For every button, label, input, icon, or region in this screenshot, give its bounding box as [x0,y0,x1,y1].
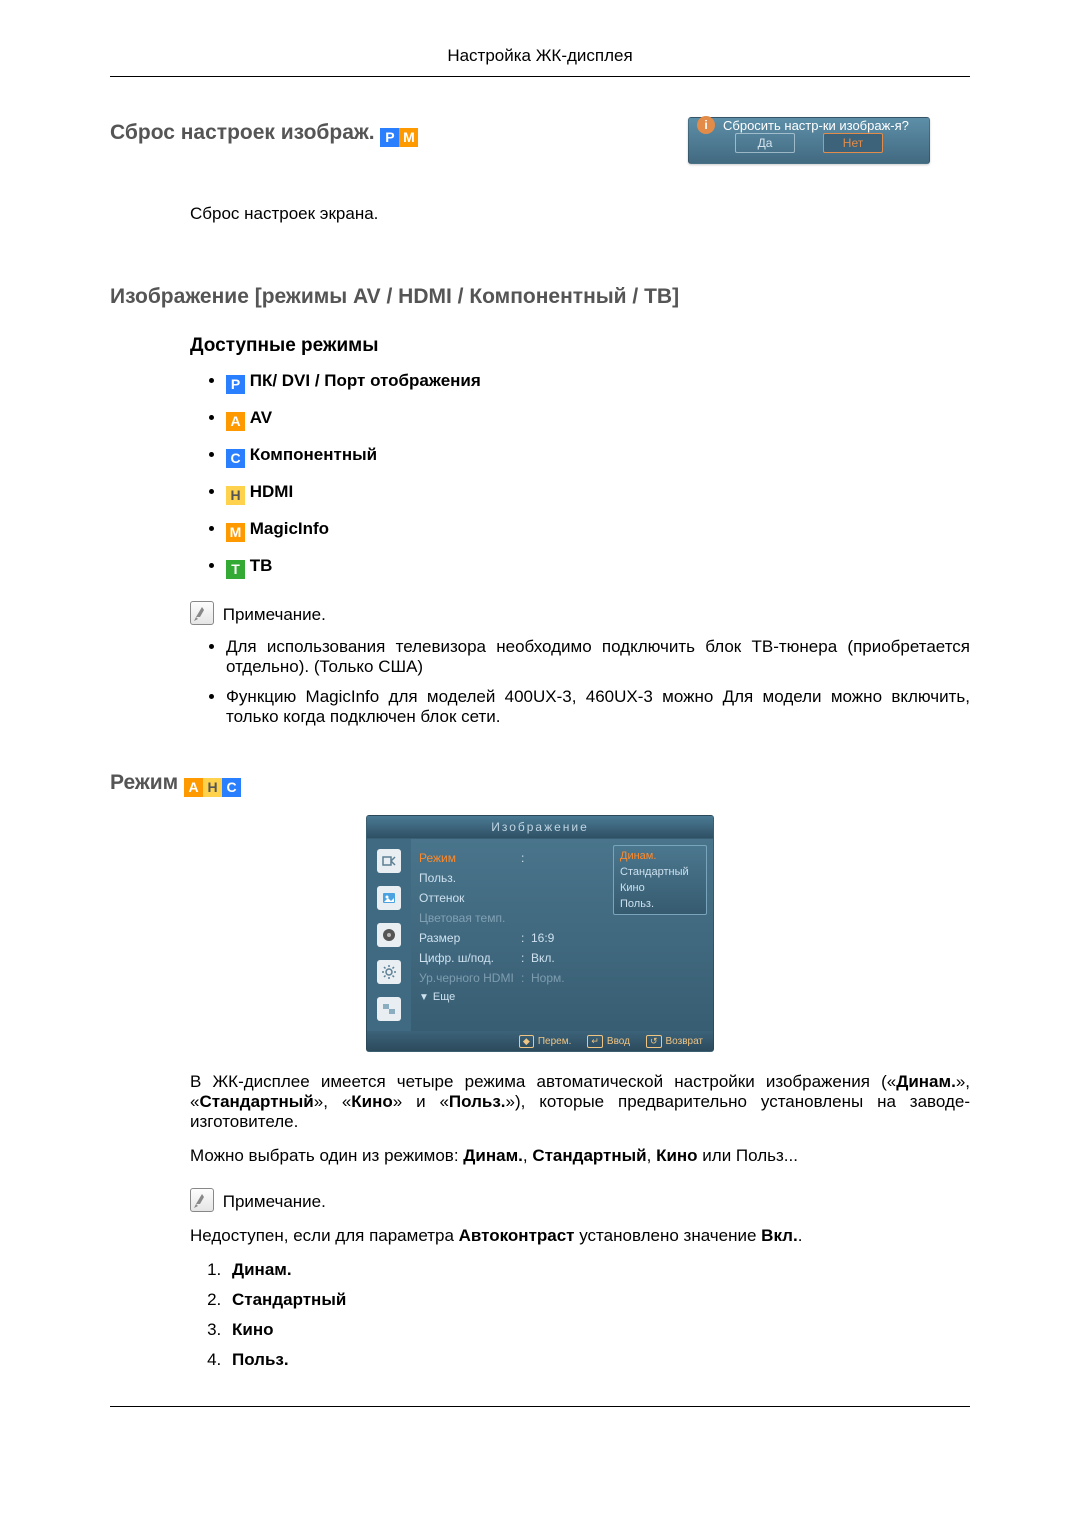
osd-submenu-item[interactable]: Польз. [614,896,706,912]
reset-dialog-question: Сбросить настр-ки изображ-я? [723,118,909,133]
note-item: Для использования телевизора необходимо … [226,637,970,677]
footer-rule [110,1406,970,1407]
osd-footer-return: ↺Возврат [646,1035,703,1048]
note-item: Функцию MagicInfo для моделей 400UX-3, 4… [226,687,970,727]
osd-side-icons [367,839,411,1031]
mode-label: ПК/ DVI / Порт отображения [250,371,481,390]
badge-p-icon: P [226,375,245,394]
osd-row-label: Цветовая темп. [419,911,521,925]
osd-row[interactable]: Размер : 16:9 [419,929,707,947]
badge-a-icon: A [184,778,203,797]
note-icon [190,601,214,625]
osd-title: Изображение [367,816,713,839]
osd-submenu: Динам. Стандартный Кино Польз. [613,845,707,915]
osd-row-label: Польз. [419,871,521,885]
osd-submenu-item[interactable]: Кино [614,880,706,896]
section-reset-title: Сброс настроек изображ. PM i Сбросить на… [110,121,970,164]
list-item: A AV [226,408,970,431]
header-rule [110,76,970,77]
list-item: M MagicInfo [226,519,970,542]
osd-submenu-item[interactable]: Стандартный [614,864,706,880]
osd-multi-icon [377,997,401,1021]
list-item: H HDMI [226,482,970,505]
note-list: Для использования телевизора необходимо … [110,637,970,727]
list-item: Динам. [226,1260,970,1280]
osd-main: Режим : Польз. Оттенок Цветовая темп. Р [411,839,713,1031]
osd-submenu-item[interactable]: Динам. [614,848,706,864]
badge-a-icon: A [226,412,245,431]
osd-row-label: Оттенок [419,891,521,905]
osd-row: Ур.черного HDMI : Норм. [419,969,707,987]
badge-c-icon: C [226,449,245,468]
osd-row-value: Вкл. [531,951,707,965]
badge-h-icon: H [226,486,245,505]
badge-p-icon: P [380,128,399,147]
question-icon: i [697,116,715,134]
mode-label: HDMI [250,482,293,501]
osd-footer-enter: ↵Ввод [587,1035,630,1048]
section-mode-text: Режим [110,771,178,794]
list-item: Польз. [226,1350,970,1370]
osd-picture-icon [377,886,401,910]
osd-footer-move: ◆Перем. [519,1035,571,1048]
note-label: Примечание. [223,605,326,624]
osd-row[interactable]: Цифр. ш/под. : Вкл. [419,949,707,967]
osd-row-value: 16:9 [531,931,707,945]
note-icon [190,1188,214,1212]
mode-label: MagicInfo [250,519,329,538]
osd-row-label: Режим [419,851,521,865]
note-label: Примечание. [223,1192,326,1211]
mode-paragraph-2: Можно выбрать один из режимов: Динам., С… [190,1146,970,1166]
osd-footer: ◆Перем. ↵Ввод ↺Возврат [367,1031,713,1051]
reset-desc: Сброс настроек экрана. [190,204,970,224]
osd-row-label: Ур.черного HDMI [419,971,521,985]
section-mode-title: Режим AHC [110,771,970,797]
osd-panel: Изображение Режим : Польз. [366,815,714,1052]
reset-dialog: i Сбросить настр-ки изображ-я? Да Нет [688,117,930,164]
osd-more[interactable]: ▼Еще [419,991,707,1003]
mode-label: ТВ [250,556,273,575]
available-modes-list: P ПК/ DVI / Порт отображения A AV C Комп… [110,371,970,579]
osd-row-label: Цифр. ш/под. [419,951,521,965]
badge-t-icon: T [226,560,245,579]
osd-more-label: Еще [433,991,455,1003]
badge-m-icon: M [226,523,245,542]
list-item: T ТВ [226,556,970,579]
list-item: C Компонентный [226,445,970,468]
osd-row-value: Норм. [531,971,707,985]
mode-unavailable: Недоступен, если для параметра Автоконтр… [190,1226,970,1246]
list-item: Кино [226,1320,970,1340]
osd-row-label: Размер [419,931,521,945]
available-modes-title: Доступные режимы [190,335,970,357]
mode-label: AV [250,408,272,427]
badge-h-icon: H [203,778,222,797]
osd-input-icon [377,849,401,873]
mode-label: Компонентный [250,445,377,464]
mode-numbered-list: Динам. Стандартный Кино Польз. [190,1260,970,1370]
badge-m-icon: M [399,128,418,147]
badge-c-icon: C [222,778,241,797]
list-item: Стандартный [226,1290,970,1310]
page-header: Настройка ЖК-дисплея [110,46,970,66]
mode-paragraph-1: В ЖК-дисплее имеется четыре режима автом… [190,1072,970,1132]
section-reset-text: Сброс настроек изображ. [110,121,375,144]
osd-settings-icon [377,960,401,984]
list-item: P ПК/ DVI / Порт отображения [226,371,970,394]
osd-sound-icon [377,923,401,947]
section-image-title: Изображение [режимы AV / HDMI / Компонен… [110,285,970,309]
